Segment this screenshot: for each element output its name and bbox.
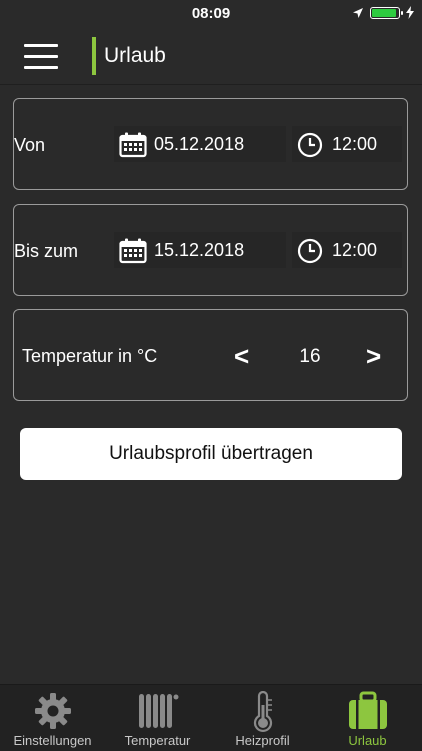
tab-einstellungen[interactable]: Einstellungen (0, 685, 105, 751)
tab-label: Einstellungen (13, 733, 92, 748)
temperature-label: Temperatur in °C (22, 346, 158, 366)
clock-icon (297, 132, 323, 158)
temperature-value: 16 (299, 346, 321, 367)
title-accent-bar (92, 37, 96, 75)
calendar-icon (119, 238, 147, 264)
from-date-value: 05.12.2018 (154, 134, 245, 154)
from-time-value: 12:00 (332, 134, 378, 154)
submit-vacation-profile-button[interactable]: Urlaubsprofil übertragen (20, 428, 402, 480)
battery-icon (370, 6, 403, 19)
tab-urlaub[interactable]: Urlaub (315, 685, 420, 751)
calendar-icon (119, 132, 147, 158)
gear-icon (34, 693, 71, 729)
from-date-field[interactable]: 05.12.2018 (114, 126, 286, 162)
tab-label: Heizprofil (235, 733, 290, 748)
status-icons (352, 6, 414, 19)
clock-icon (297, 238, 323, 264)
from-card: Von 05.12.2018 12:00 (13, 98, 408, 190)
status-bar: 08:09 (0, 0, 422, 28)
location-arrow-icon (353, 7, 363, 18)
radiator-icon (138, 694, 178, 728)
tab-temperatur[interactable]: Temperatur (105, 685, 210, 751)
from-label: Von (14, 135, 46, 155)
until-date-value: 15.12.2018 (154, 240, 245, 260)
suitcase-icon (348, 691, 387, 729)
tab-label: Temperatur (124, 733, 191, 748)
from-time-field[interactable]: 12:00 (292, 126, 402, 162)
page-title: Urlaub (104, 44, 166, 67)
until-time-value: 12:00 (332, 240, 378, 260)
thermometer-icon (253, 691, 272, 733)
temperature-card: Temperatur in °C < 16 > (13, 309, 408, 401)
until-label: Bis zum (14, 241, 79, 261)
temperature-increase-button[interactable]: > (366, 341, 381, 371)
until-time-field[interactable]: 12:00 (292, 232, 402, 268)
temperature-decrease-button[interactable]: < (234, 341, 249, 371)
until-date-field[interactable]: 15.12.2018 (114, 232, 286, 268)
menu-button[interactable] (24, 44, 58, 70)
tab-bar: Einstellungen Temperatur Heizprofil Urla… (0, 684, 422, 751)
until-card: Bis zum 15.12.2018 12:00 (13, 204, 408, 296)
tab-heizprofil[interactable]: Heizprofil (210, 685, 315, 751)
charging-bolt-icon (406, 6, 414, 19)
tab-label: Urlaub (348, 733, 387, 748)
navigation-bar: Urlaub (0, 28, 422, 85)
